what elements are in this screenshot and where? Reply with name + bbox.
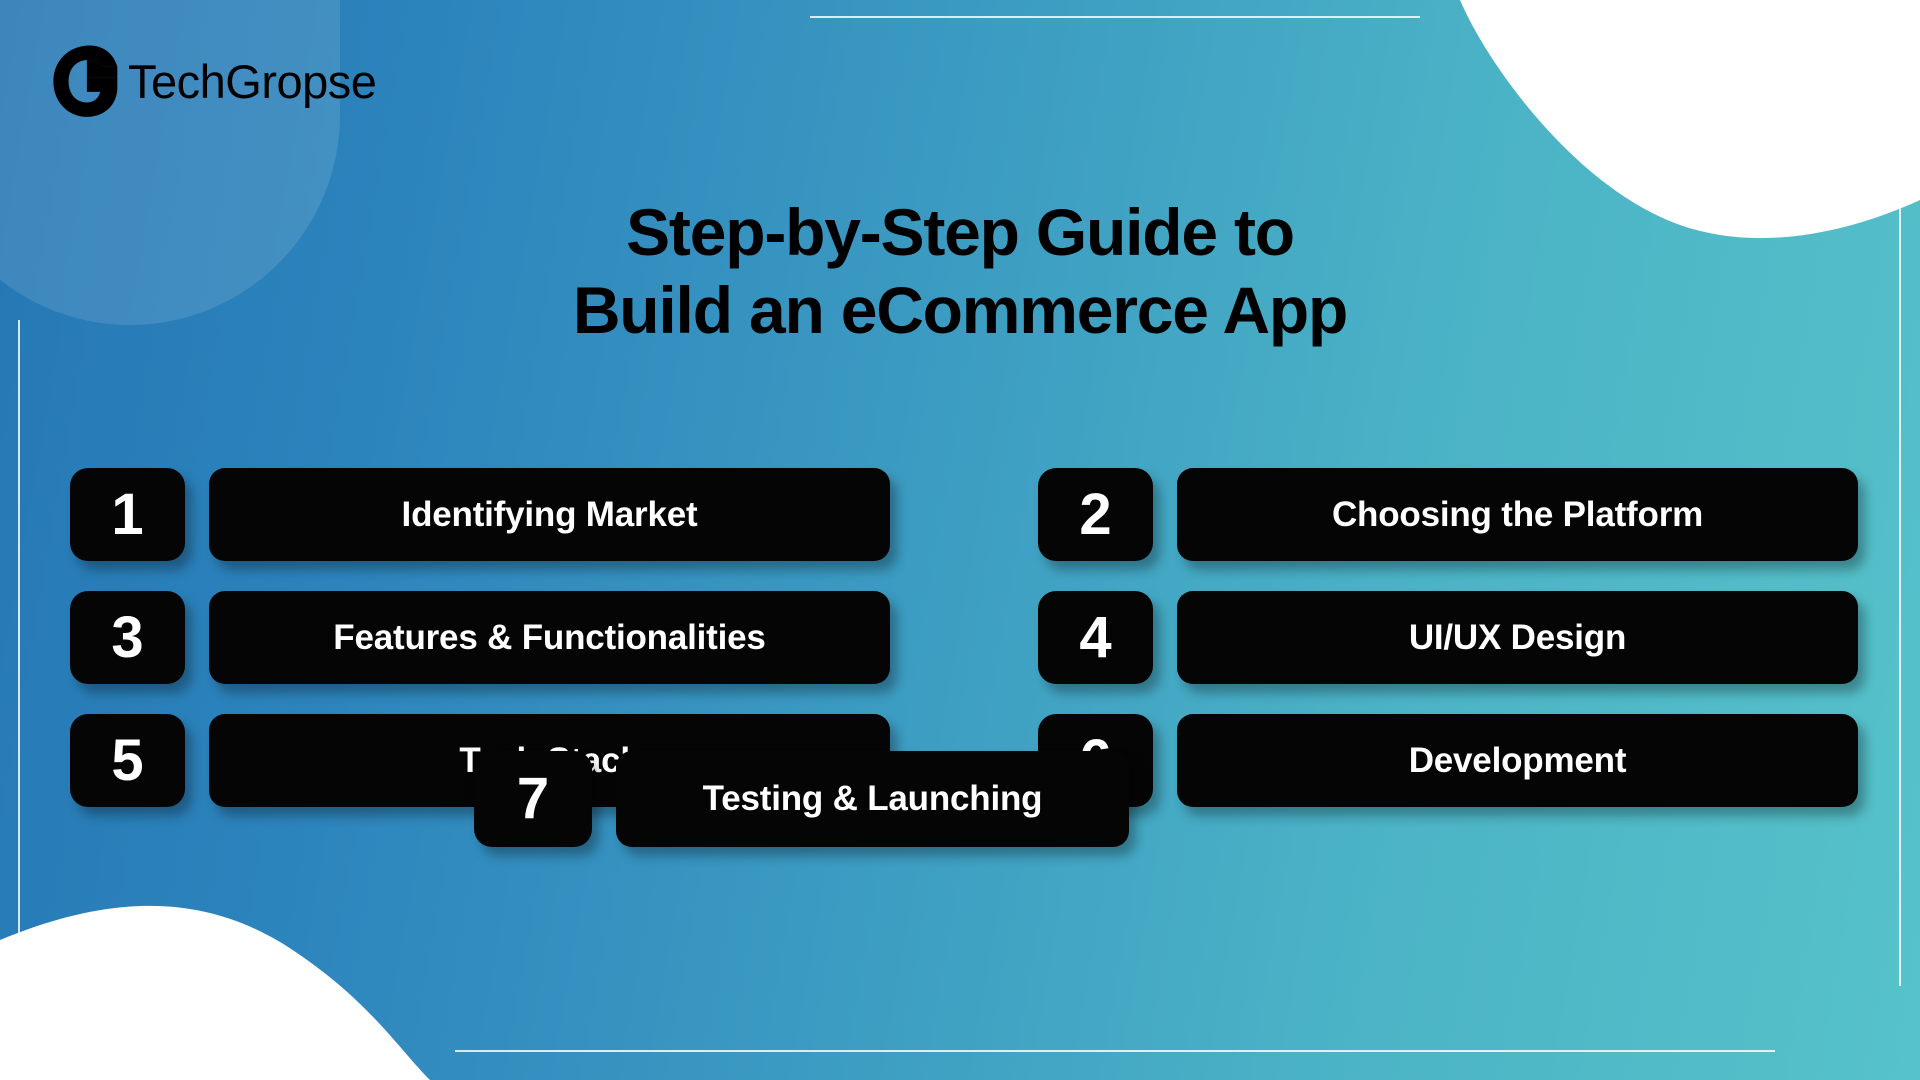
step-number-badge: 5	[70, 714, 185, 807]
step-label: Features & Functionalities	[209, 591, 890, 684]
page-title: Step-by-Step Guide to Build an eCommerce…	[0, 194, 1920, 350]
step-number-badge: 1	[70, 468, 185, 561]
hairline-vertical-left	[18, 320, 20, 1040]
page-title-line-1: Step-by-Step Guide to	[626, 195, 1295, 270]
step-label: Choosing the Platform	[1177, 468, 1858, 561]
hairline-horizontal-bottom	[455, 1050, 1775, 1052]
infographic-canvas: TechGropse Step-by-Step Guide to Build a…	[0, 0, 1920, 1080]
hairline-horizontal-top	[810, 16, 1420, 18]
brand-name: TechGropse	[128, 54, 377, 108]
step-label: Testing & Launching	[616, 751, 1129, 847]
step-item-4[interactable]: 4 UI/UX Design	[1038, 591, 1858, 684]
step-label: Identifying Market	[209, 468, 890, 561]
step-label: UI/UX Design	[1177, 591, 1858, 684]
techgropse-g-logo-icon	[53, 45, 118, 117]
step-item-3[interactable]: 3 Features & Functionalities	[70, 591, 890, 684]
step-item-6[interactable]: 6 Development	[1038, 714, 1858, 807]
step-item-2[interactable]: 2 Choosing the Platform	[1038, 468, 1858, 561]
step-number-badge: 7	[474, 751, 592, 847]
page-title-line-2: Build an eCommerce App	[572, 273, 1349, 348]
brand-logo[interactable]: TechGropse	[44, 42, 377, 120]
step-item-1[interactable]: 1 Identifying Market	[70, 468, 890, 561]
step-number-badge: 2	[1038, 468, 1153, 561]
step-label: Development	[1177, 714, 1858, 807]
step-number-badge: 3	[70, 591, 185, 684]
step-number-badge: 4	[1038, 591, 1153, 684]
step-item-7[interactable]: 7 Testing & Launching	[474, 751, 1129, 847]
